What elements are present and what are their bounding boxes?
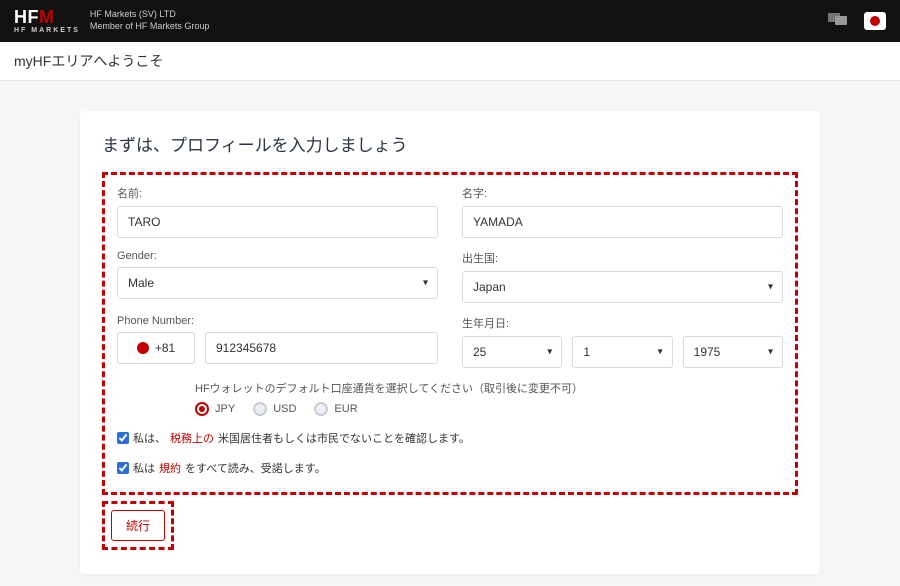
phone-label: Phone Number: xyxy=(117,315,438,327)
continue-highlight: 続行 xyxy=(102,501,174,550)
brand-line2: Member of HF Markets Group xyxy=(90,21,210,33)
top-right xyxy=(828,11,886,32)
wallet-radio-usd[interactable]: USD xyxy=(253,402,296,416)
consent1-pre: 私は、 xyxy=(133,430,166,446)
country-select[interactable]: Japan xyxy=(462,271,783,303)
wallet-radio-label: USD xyxy=(273,403,296,415)
profile-card: まずは、プロフィールを入力しましょう 名前: 名字: Gender: M xyxy=(80,111,820,574)
last-name-label: 名字: xyxy=(462,185,783,201)
gender-select[interactable]: Male xyxy=(117,267,438,299)
dial-code-text: +81 xyxy=(155,341,175,355)
gender-label: Gender: xyxy=(117,250,438,262)
wallet-currency-label: HFウォレットのデフォルト口座通貨を選択してください（取引後に変更不可） xyxy=(195,380,783,396)
consent1-red[interactable]: 税務上の xyxy=(170,430,214,446)
consent2-pre: 私は xyxy=(133,460,155,476)
first-name-label: 名前: xyxy=(117,185,438,201)
consent2-red[interactable]: 規約 xyxy=(159,460,181,476)
continue-button[interactable]: 続行 xyxy=(111,510,165,541)
consent-us-tax: 私は、税務上の米国居住者もしくは市民でないことを確認します。 xyxy=(117,430,783,446)
dial-code-box[interactable]: +81 xyxy=(117,332,195,364)
wallet-currency-radios: JPY USD EUR xyxy=(195,402,783,416)
brand-text: HF Markets (SV) LTD Member of HF Markets… xyxy=(90,9,210,32)
chat-icon[interactable] xyxy=(828,11,848,32)
consent-us-tax-checkbox[interactable] xyxy=(117,432,129,444)
brand: HFM HF MARKETS HF Markets (SV) LTD Membe… xyxy=(14,8,209,34)
last-name-input[interactable] xyxy=(462,206,783,238)
form-highlight-area: 名前: 名字: Gender: Male xyxy=(102,172,798,495)
wallet-radio-jpy[interactable]: JPY xyxy=(195,402,235,416)
logo-subtitle: HF MARKETS xyxy=(14,27,80,34)
consent2-post: をすべて読み、受諾します。 xyxy=(185,460,326,476)
brand-line1: HF Markets (SV) LTD xyxy=(90,9,210,21)
jp-flag-icon xyxy=(870,16,880,26)
top-bar: HFM HF MARKETS HF Markets (SV) LTD Membe… xyxy=(0,0,900,42)
welcome-title: myHFエリアへようこそ xyxy=(0,42,900,81)
wallet-radio-label: EUR xyxy=(334,403,357,415)
consent-terms: 私は 規約をすべて読み、受諾します。 xyxy=(117,460,783,476)
language-flag-jp[interactable] xyxy=(864,12,886,30)
dob-label: 生年月日: xyxy=(462,315,783,331)
dob-day-select[interactable]: 25 xyxy=(462,336,562,368)
wallet-radio-label: JPY xyxy=(215,403,235,415)
dob-month-select[interactable]: 1 xyxy=(572,336,672,368)
wallet-radio-eur[interactable]: EUR xyxy=(314,402,357,416)
logo-m: M xyxy=(39,8,55,26)
consent-terms-checkbox[interactable] xyxy=(117,462,129,474)
phone-input[interactable] xyxy=(205,332,438,364)
consent1-post: 米国居住者もしくは市民でないことを確認します。 xyxy=(218,430,470,446)
jp-flag-icon xyxy=(137,342,149,354)
logo: HFM HF MARKETS xyxy=(14,8,80,34)
logo-text: HF xyxy=(14,8,39,26)
country-label: 出生国: xyxy=(462,250,783,266)
dob-year-select[interactable]: 1975 xyxy=(683,336,783,368)
first-name-input[interactable] xyxy=(117,206,438,238)
card-title: まずは、プロフィールを入力しましょう xyxy=(102,131,798,156)
